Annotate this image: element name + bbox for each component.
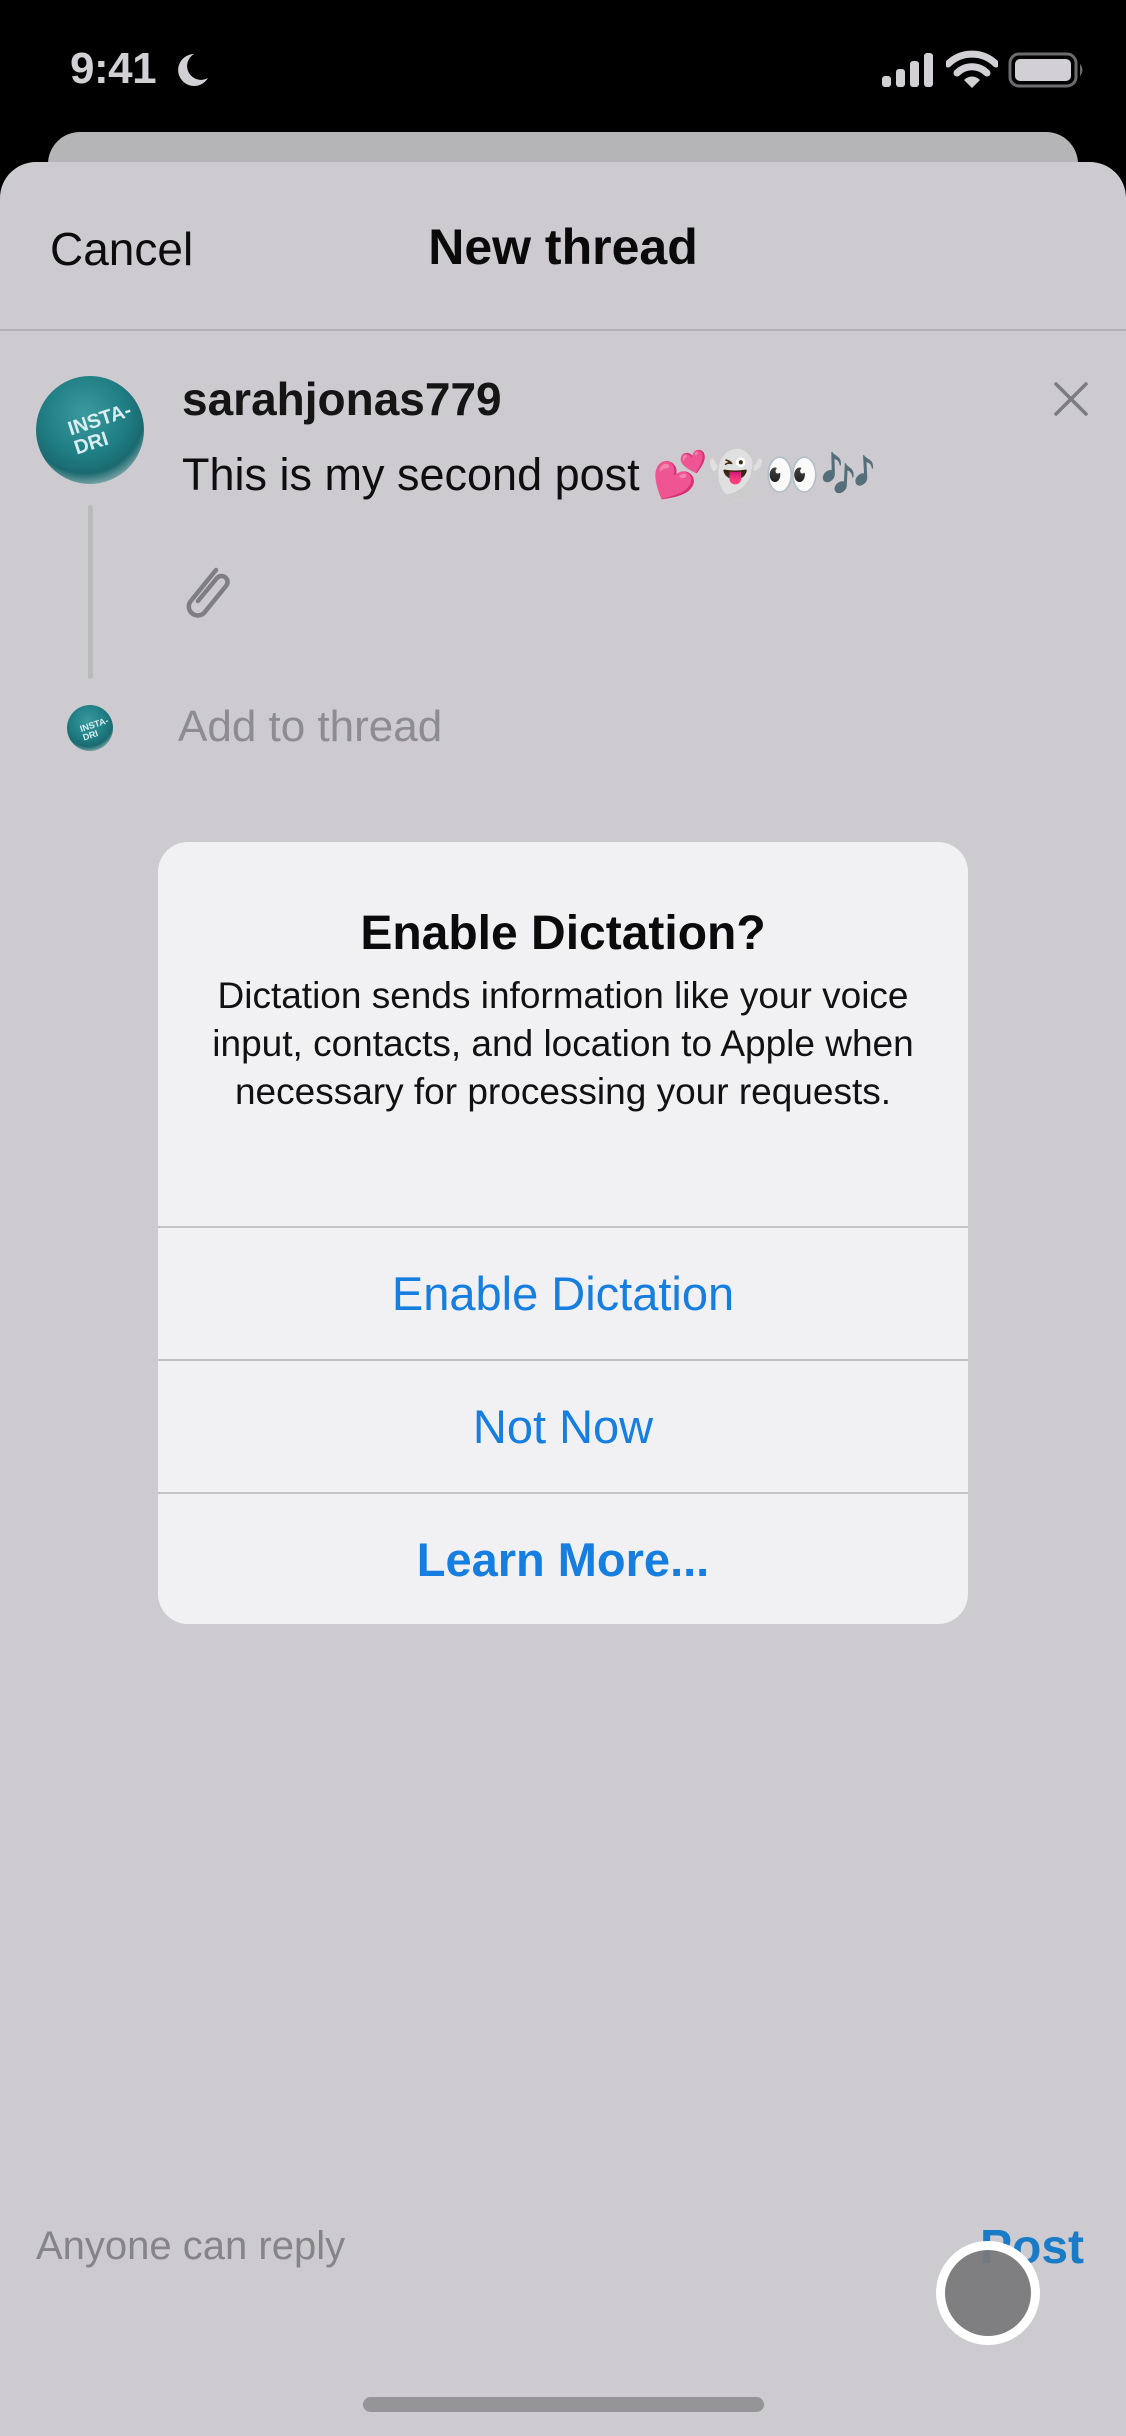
page-title: New thread (428, 219, 698, 275)
paperclip-icon[interactable] (176, 558, 236, 624)
battery-icon (1008, 52, 1083, 88)
enable-dictation-alert: Enable Dictation? Dictation sends inform… (158, 842, 968, 1624)
reply-permission-selector[interactable]: Anyone can reply (36, 2224, 345, 2269)
username: sarahjonas779 (182, 373, 502, 425)
post-text-input[interactable]: This is my second post 💕👻👀🎶 (182, 448, 876, 501)
avatar-small: INSTA-DRI (67, 705, 113, 751)
avatar-small-label: INSTA-DRI (78, 715, 110, 743)
home-indicator[interactable] (363, 2397, 764, 2412)
wifi-icon (946, 50, 998, 88)
learn-more-button[interactable]: Learn More... (158, 1494, 968, 1624)
not-now-button[interactable]: Not Now (158, 1361, 968, 1493)
close-icon[interactable] (1052, 380, 1090, 418)
avatar-label: INSTA-DRI (65, 399, 135, 460)
alert-message: Dictation sends information like your vo… (212, 975, 914, 1112)
enable-dictation-button[interactable]: Enable Dictation (158, 1228, 968, 1360)
avatar: INSTA-DRI (36, 376, 144, 484)
header-divider (0, 329, 1126, 331)
thread-connector-line (88, 505, 93, 679)
touch-indicator (936, 2241, 1040, 2345)
cellular-signal-icon (882, 53, 933, 87)
add-to-thread-input[interactable]: Add to thread (178, 702, 442, 752)
moon-icon (178, 54, 208, 86)
alert-title: Enable Dictation? (360, 907, 766, 960)
status-time: 9:41 (70, 44, 157, 93)
